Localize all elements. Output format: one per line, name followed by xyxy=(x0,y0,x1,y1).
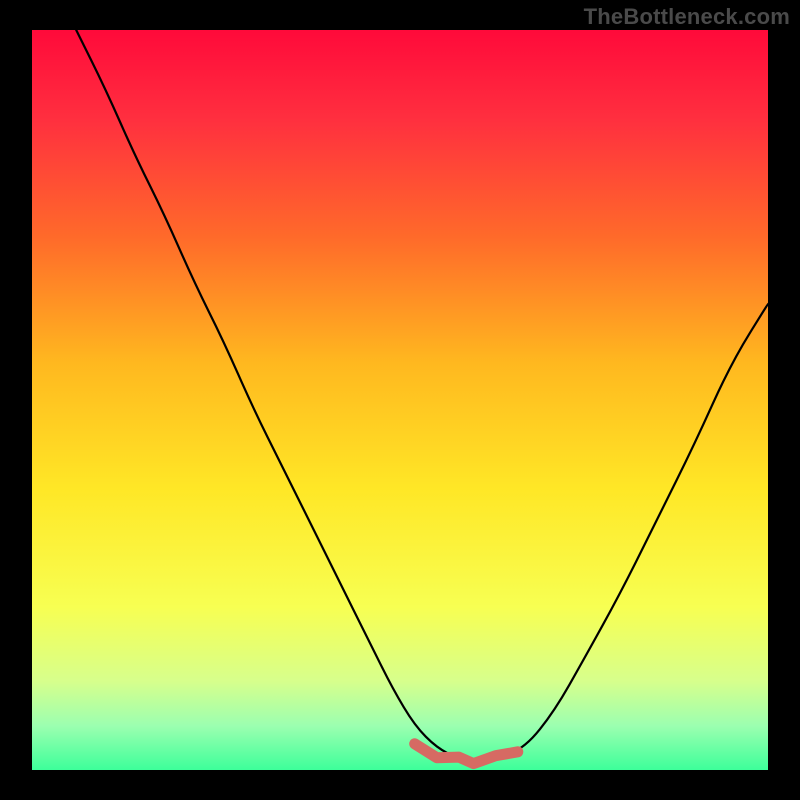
bottleneck-curve-chart xyxy=(0,0,800,800)
chart-container: TheBottleneck.com xyxy=(0,0,800,800)
watermark: TheBottleneck.com xyxy=(584,4,790,30)
plot-area xyxy=(32,30,768,770)
